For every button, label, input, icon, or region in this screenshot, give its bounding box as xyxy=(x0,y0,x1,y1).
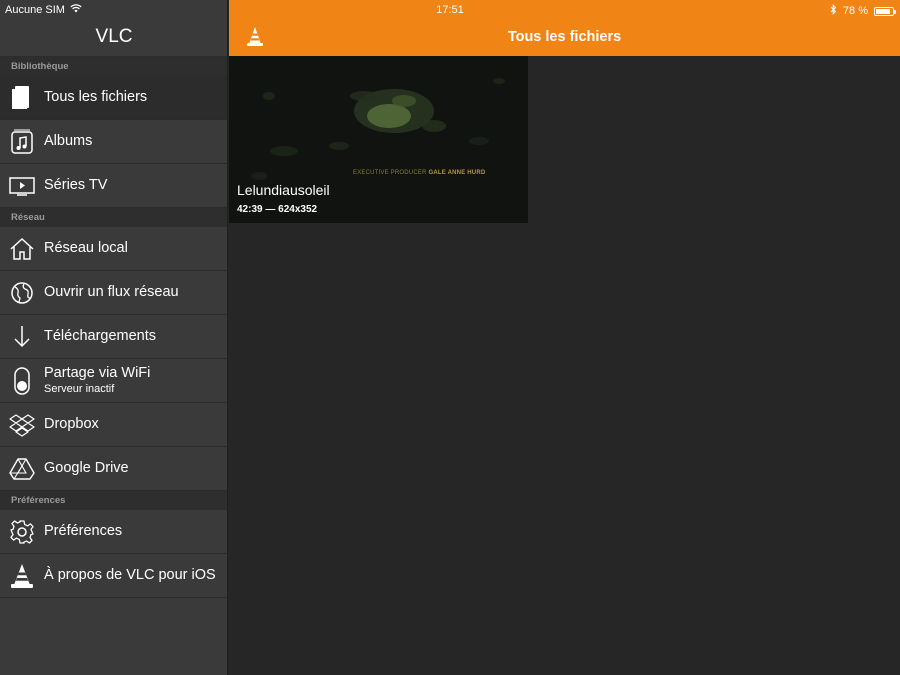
sidebar-item-label: À propos de VLC pour iOS xyxy=(44,567,216,583)
sidebar-item-label: Ouvrir un flux réseau xyxy=(44,284,179,300)
sidebar-item-label: Dropbox xyxy=(44,416,99,432)
globe-icon xyxy=(9,280,35,306)
credits-overlay: EXECUTIVE PRODUCER GALE ANNE HURD xyxy=(353,170,485,176)
wifi-server-status: Serveur inactif xyxy=(44,383,115,395)
sidebar-item-open-stream[interactable]: Ouvrir un flux réseau xyxy=(0,271,227,315)
page-title: Tous les fichiers xyxy=(507,29,622,45)
toggle-icon xyxy=(9,367,35,395)
file-title: Lelundiausoleil xyxy=(237,182,330,198)
sidebar-item-dropbox[interactable]: Dropbox xyxy=(0,403,227,447)
sidebar-item-label: Téléchargements xyxy=(44,328,157,344)
sidebar-item-all-files[interactable]: Tous les fichiers xyxy=(0,76,227,120)
music-note-icon xyxy=(9,129,35,155)
home-icon xyxy=(9,236,35,262)
credit-role: EXECUTIVE PRODUCER xyxy=(353,170,427,176)
gear-icon xyxy=(9,519,35,545)
sidebar-item-wifi-sharing[interactable]: Partage via WiFi Serveur inactif xyxy=(0,359,227,403)
sidebar-item-local-network[interactable]: Réseau local xyxy=(0,227,227,271)
section-header-network: Réseau xyxy=(0,208,227,227)
file-meta: 42:39 — 624x352 xyxy=(237,204,318,215)
section-header-library: Bibliothèque xyxy=(0,57,227,76)
download-arrow-icon xyxy=(9,324,35,350)
all-files-icon xyxy=(9,85,35,111)
sidebar-item-preferences[interactable]: Préférences xyxy=(0,510,227,554)
sidebar: VLC Bibliothèque Tous les fichiers Album… xyxy=(0,0,228,675)
tv-icon xyxy=(9,173,35,199)
sidebar-item-tv-series[interactable]: Séries TV xyxy=(0,164,227,208)
file-tile[interactable]: EXECUTIVE PRODUCER GALE ANNE HURD Lelund… xyxy=(229,56,528,223)
sidebar-item-label: Réseau local xyxy=(44,240,128,256)
sidebar-item-label: Séries TV xyxy=(44,177,108,193)
dropbox-icon xyxy=(9,412,35,438)
vlc-cone-icon xyxy=(9,563,35,589)
google-drive-icon xyxy=(9,456,35,482)
sidebar-item-google-drive[interactable]: Google Drive xyxy=(0,447,227,491)
app-title: VLC xyxy=(95,26,133,47)
sidebar-item-albums[interactable]: Albums xyxy=(0,120,227,164)
file-grid: EXECUTIVE PRODUCER GALE ANNE HURD Lelund… xyxy=(229,56,900,675)
sidebar-item-label: Albums xyxy=(44,133,93,149)
credit-name: GALE ANNE HURD xyxy=(428,170,486,176)
sidebar-item-label: Préférences xyxy=(44,523,123,539)
sidebar-item-about[interactable]: À propos de VLC pour iOS xyxy=(0,554,227,598)
sidebar-item-label: Partage via WiFi xyxy=(44,365,151,381)
top-bar-title-container: Tous les fichiers xyxy=(229,0,900,56)
section-header-preferences: Préférences xyxy=(0,491,227,510)
sidebar-item-downloads[interactable]: Téléchargements xyxy=(0,315,227,359)
sidebar-item-label: Tous les fichiers xyxy=(44,89,148,105)
sidebar-item-label: Google Drive xyxy=(44,460,129,476)
